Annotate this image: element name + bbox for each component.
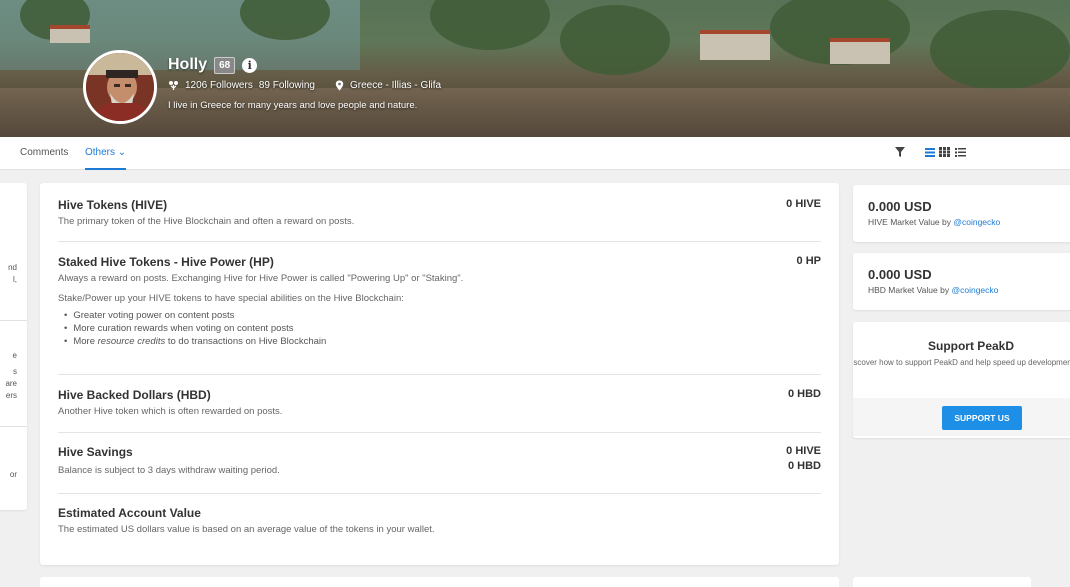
resource-credits-link[interactable]: resource credits [98, 336, 166, 347]
hive-market-value: 0.000 USD [868, 199, 932, 214]
banner-house [50, 25, 90, 43]
hbd-market-card: 0.000 USD HBD Market Value by @coingecko [853, 253, 1070, 310]
divider [58, 493, 821, 494]
followers-icon [169, 81, 178, 90]
support-description: Discover how to support PeakD and help s… [853, 358, 1070, 367]
list-item: More curation rewards when voting on con… [64, 322, 821, 335]
info-icon[interactable]: i [242, 57, 258, 73]
left-fragment: are [5, 379, 17, 388]
hp-description: Always a reward on posts. Exchanging Hiv… [58, 273, 464, 284]
left-sidebar-card: nd l, e s are ers or [0, 183, 27, 510]
wallet-card: Hive Tokens (HIVE) The primary token of … [40, 183, 839, 565]
hive-market-label: HIVE Market Value by @coingecko [868, 217, 1001, 227]
hive-amount[interactable]: 0 HIVE [786, 198, 821, 210]
tab-others[interactable]: Others ⌄ [85, 137, 127, 170]
support-us-button[interactable]: SUPPORT US [942, 406, 1022, 430]
savings-hbd-amount[interactable]: 0 HBD [786, 460, 821, 472]
divider [58, 374, 821, 375]
banner-tree [930, 10, 1070, 90]
savings-description: Balance is subject to 3 days withdraw wa… [58, 465, 280, 476]
tab-comments[interactable]: Comments [20, 137, 68, 170]
hbd-title: Hive Backed Dollars (HBD) [58, 388, 211, 402]
left-fragment: or [9, 470, 17, 479]
list-view-icon[interactable] [925, 147, 935, 160]
support-title: Support PeakD [927, 339, 1014, 353]
profile-stats: 1206 Followers 89 Following Greece - Ill… [168, 80, 441, 91]
left-fragment: e [12, 351, 17, 360]
profile-name[interactable]: Holly [168, 56, 207, 74]
hive-market-card: 0.000 USD HIVE Market Value by @coingeck… [853, 185, 1070, 242]
hbd-description: Another Hive token which is often reward… [58, 406, 283, 417]
divider [58, 241, 821, 242]
divider [58, 432, 821, 433]
wallet-section-hive: Hive Tokens (HIVE) The primary token of … [58, 198, 821, 227]
left-fragment: ers [5, 391, 17, 400]
hive-title: Hive Tokens (HIVE) [58, 198, 168, 212]
wallet-section-hp: Staked Hive Tokens - Hive Power (HP) Alw… [58, 255, 821, 348]
banner-beach [0, 88, 1070, 137]
profile-tab-bar: Comments Others ⌄ [0, 137, 1070, 170]
avatar[interactable] [83, 50, 157, 124]
list-item: More resource credits to do transactions… [64, 335, 821, 348]
support-button-area: SUPPORT US [853, 398, 1070, 436]
banner-tree [560, 5, 670, 75]
coingecko-link[interactable]: @coingecko [953, 217, 1000, 227]
hp-description-2: Stake/Power up your HIVE tokens to have … [58, 293, 404, 304]
banner-tree [430, 0, 550, 50]
compact-list-icon[interactable] [955, 147, 966, 160]
wallet-section-estimated: Estimated Account Value The estimated US… [58, 506, 821, 535]
location-icon [335, 80, 344, 91]
wallet-section-savings: Hive Savings Balance is subject to 3 day… [58, 445, 821, 476]
next-side-card [853, 577, 1031, 587]
estimated-description: The estimated US dollars value is based … [58, 524, 435, 535]
hbd-amount[interactable]: 0 HBD [788, 388, 821, 400]
savings-title: Hive Savings [58, 445, 133, 459]
profile-bio: I live in Greece for many years and love… [168, 100, 418, 111]
banner-house [700, 30, 770, 60]
next-card [40, 577, 839, 587]
profile-header: Holly 68 i [168, 56, 258, 74]
grid-view-icon[interactable] [939, 147, 950, 160]
profile-banner [0, 0, 1070, 137]
left-fragment: nd [8, 263, 17, 272]
banner-house [830, 38, 890, 64]
profile-location: Greece - Illias - Glifa [349, 80, 442, 91]
hive-description: The primary token of the Hive Blockchain… [58, 216, 355, 227]
reputation-badge: 68 [214, 56, 236, 74]
hp-title: Staked Hive Tokens - Hive Power (HP) [58, 255, 274, 269]
savings-amounts: 0 HIVE 0 HBD [786, 445, 821, 472]
filter-icon[interactable] [895, 147, 905, 160]
savings-hive-amount[interactable]: 0 HIVE [786, 445, 821, 457]
support-card: Support PeakD Discover how to support Pe… [853, 322, 1070, 438]
left-fragment: s [13, 367, 17, 376]
coingecko-link[interactable]: @coingecko [951, 285, 998, 295]
hbd-market-value: 0.000 USD [868, 267, 932, 282]
estimated-title: Estimated Account Value [58, 506, 201, 520]
hbd-market-label: HBD Market Value by @coingecko [868, 285, 999, 295]
hp-amount[interactable]: 0 HP [797, 255, 821, 267]
hp-benefits-list: Greater voting power on content posts Mo… [58, 309, 821, 348]
wallet-section-hbd: Hive Backed Dollars (HBD) Another Hive t… [58, 388, 821, 417]
list-item: Greater voting power on content posts [64, 309, 821, 322]
followers-count[interactable]: 1206 Followers [185, 80, 253, 91]
avatar-image [86, 53, 154, 121]
following-count[interactable]: 89 Following [259, 80, 315, 91]
left-fragment: l, [13, 275, 17, 284]
